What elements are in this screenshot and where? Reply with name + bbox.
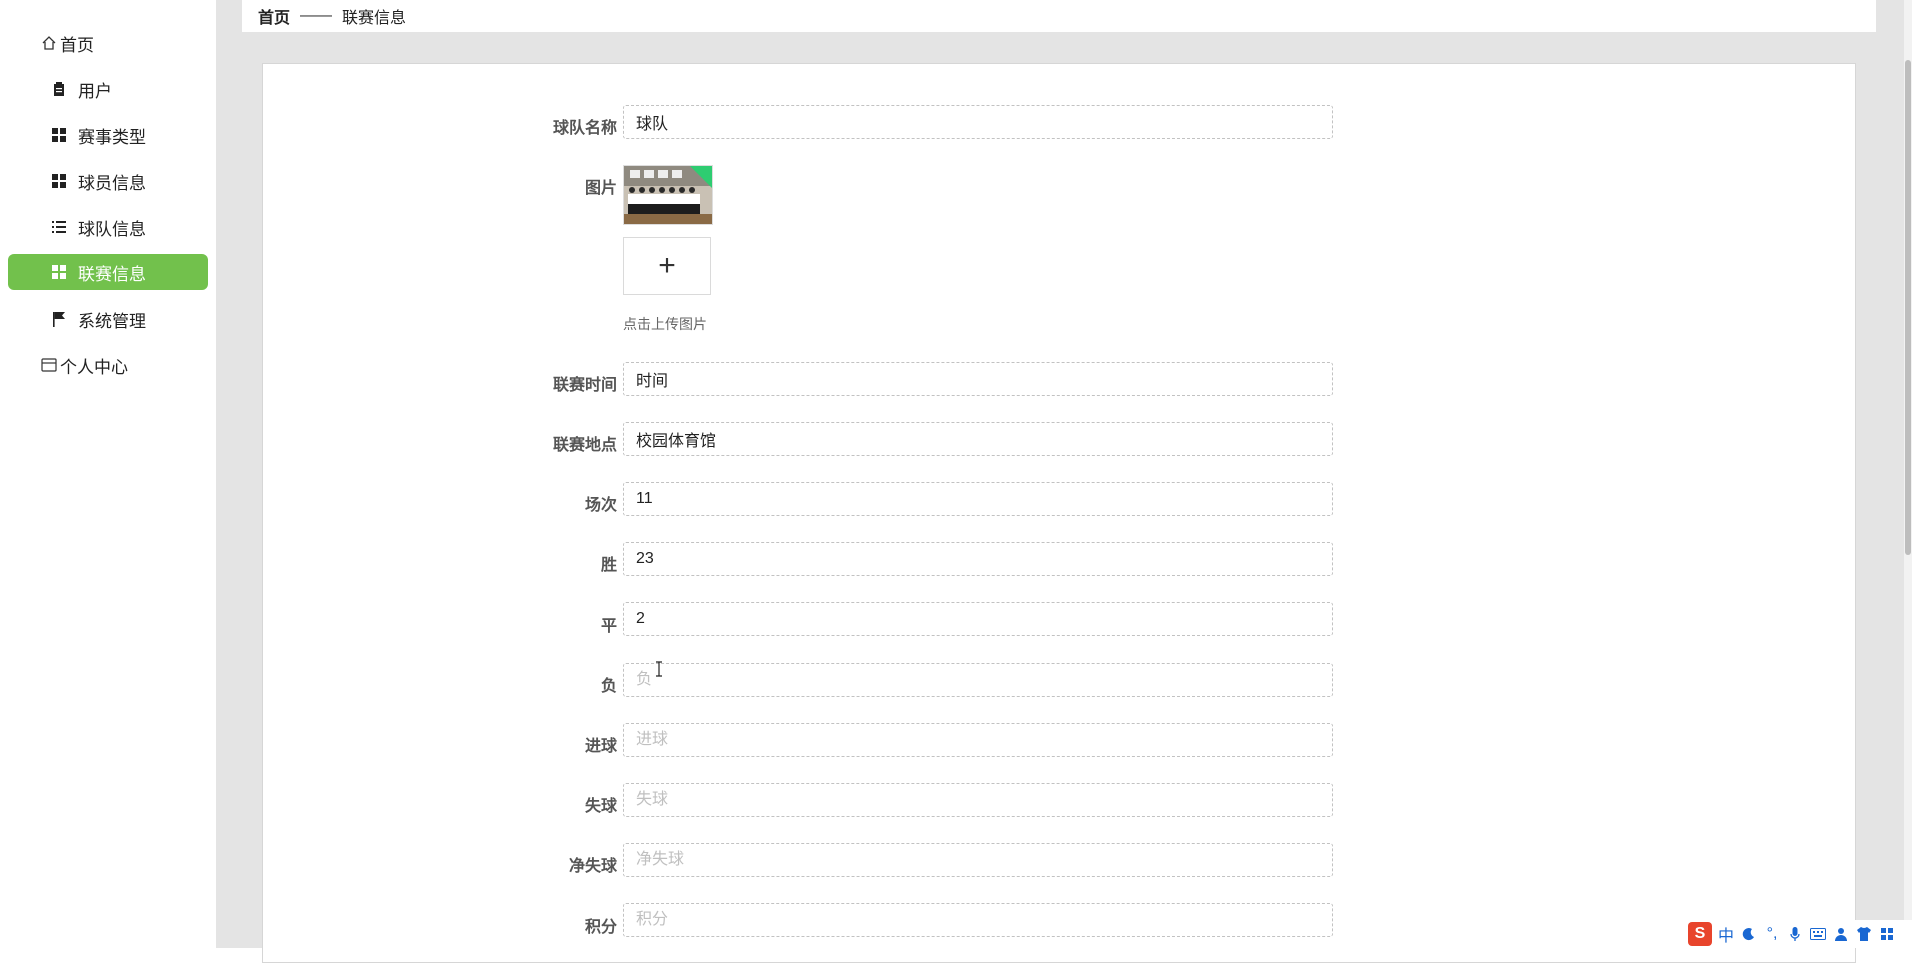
home-icon	[40, 34, 58, 52]
punctuation-toggle[interactable]: °,	[1763, 925, 1781, 943]
vertical-scrollbar[interactable]	[1904, 0, 1912, 948]
microphone-icon[interactable]	[1786, 926, 1804, 942]
breadcrumb-separator: ——	[300, 7, 333, 24]
points-input[interactable]	[623, 903, 1333, 937]
sogou-logo-icon[interactable]: S	[1688, 922, 1712, 946]
losses-input[interactable]	[623, 663, 1333, 697]
league-time-input[interactable]	[623, 362, 1333, 396]
grid-icon	[50, 126, 68, 144]
flag-icon	[50, 310, 68, 328]
goals-against-input[interactable]	[623, 783, 1333, 817]
keyboard-icon[interactable]	[1809, 928, 1827, 940]
points-label: 积分	[584, 919, 617, 936]
sidebar-item-label: 球队信息	[78, 219, 146, 239]
shirt-icon[interactable]	[1855, 927, 1873, 941]
wins-label: 胜	[600, 557, 617, 574]
goals-for-input[interactable]	[623, 723, 1333, 757]
upload-hint: 点击上传图片	[623, 316, 707, 332]
sidebar-item-league-info[interactable]: 联赛信息	[8, 254, 208, 290]
losses-label: 负	[600, 678, 617, 695]
list-icon	[50, 218, 68, 236]
grid-icon	[50, 263, 68, 281]
sidebar-item-label: 系统管理	[78, 311, 146, 331]
sidebar-item-home[interactable]: 首页	[8, 25, 208, 61]
team-name-input[interactable]	[623, 105, 1333, 139]
sidebar-item-players[interactable]: 球员信息	[8, 163, 208, 199]
form-panel: 球队名称 图片 +	[262, 63, 1856, 963]
matches-label: 场次	[584, 497, 617, 514]
matches-input[interactable]	[623, 482, 1333, 516]
breadcrumb-current: 联赛信息	[342, 10, 407, 27]
league-time-label: 联赛时间	[552, 377, 617, 394]
grid-menu-icon[interactable]	[1878, 928, 1896, 940]
goal-diff-input[interactable]	[623, 843, 1333, 877]
sidebar-item-system[interactable]: 系统管理	[8, 301, 208, 337]
sidebar-item-teams[interactable]: 球队信息	[8, 209, 208, 245]
sidebar-item-event-types[interactable]: 赛事类型	[8, 117, 208, 153]
ime-mode-toggle[interactable]: 中	[1717, 922, 1735, 946]
moon-icon[interactable]	[1740, 927, 1758, 941]
breadcrumb: 首页 —— 联赛信息	[242, 0, 1876, 32]
plus-icon: +	[658, 249, 676, 282]
goals-against-label: 失球	[584, 798, 617, 815]
ime-toolbar: S 中 °,	[1684, 920, 1912, 948]
upload-image-button[interactable]: +	[623, 237, 711, 295]
goal-diff-label: 净失球	[568, 858, 617, 875]
sidebar-item-label: 联赛信息	[78, 264, 146, 284]
clipboard-icon	[50, 80, 68, 98]
sidebar-item-label: 首页	[60, 35, 94, 55]
team-name-label: 球队名称	[552, 120, 617, 137]
sidebar-item-label: 赛事类型	[78, 127, 146, 147]
sidebar-item-label: 用户	[78, 81, 112, 101]
card-icon	[40, 356, 58, 374]
breadcrumb-home[interactable]: 首页	[258, 4, 290, 28]
image-label: 图片	[584, 180, 617, 197]
sidebar-item-profile[interactable]: 个人中心	[8, 347, 208, 383]
sidebar: 首页 用户 赛事类型 球员信息 球队信息 联赛信息 系统管理 个人中心	[0, 0, 216, 948]
main-area: 首页 —— 联赛信息 球队名称 图片	[216, 0, 1904, 963]
text-cursor-icon	[655, 661, 663, 682]
league-place-input[interactable]	[623, 422, 1333, 456]
sidebar-item-users[interactable]: 用户	[8, 71, 208, 107]
draws-input[interactable]	[623, 602, 1333, 636]
user-icon[interactable]	[1832, 927, 1850, 941]
sidebar-item-label: 球员信息	[78, 173, 146, 193]
scrollbar-thumb[interactable]	[1905, 60, 1911, 555]
wins-input[interactable]	[623, 542, 1333, 576]
grid-icon	[50, 172, 68, 190]
goals-for-label: 进球	[584, 738, 617, 755]
league-place-label: 联赛地点	[552, 437, 617, 454]
sidebar-item-label: 个人中心	[60, 357, 128, 377]
team-photo-thumbnail[interactable]	[623, 165, 713, 225]
draws-label: 平	[600, 618, 617, 635]
